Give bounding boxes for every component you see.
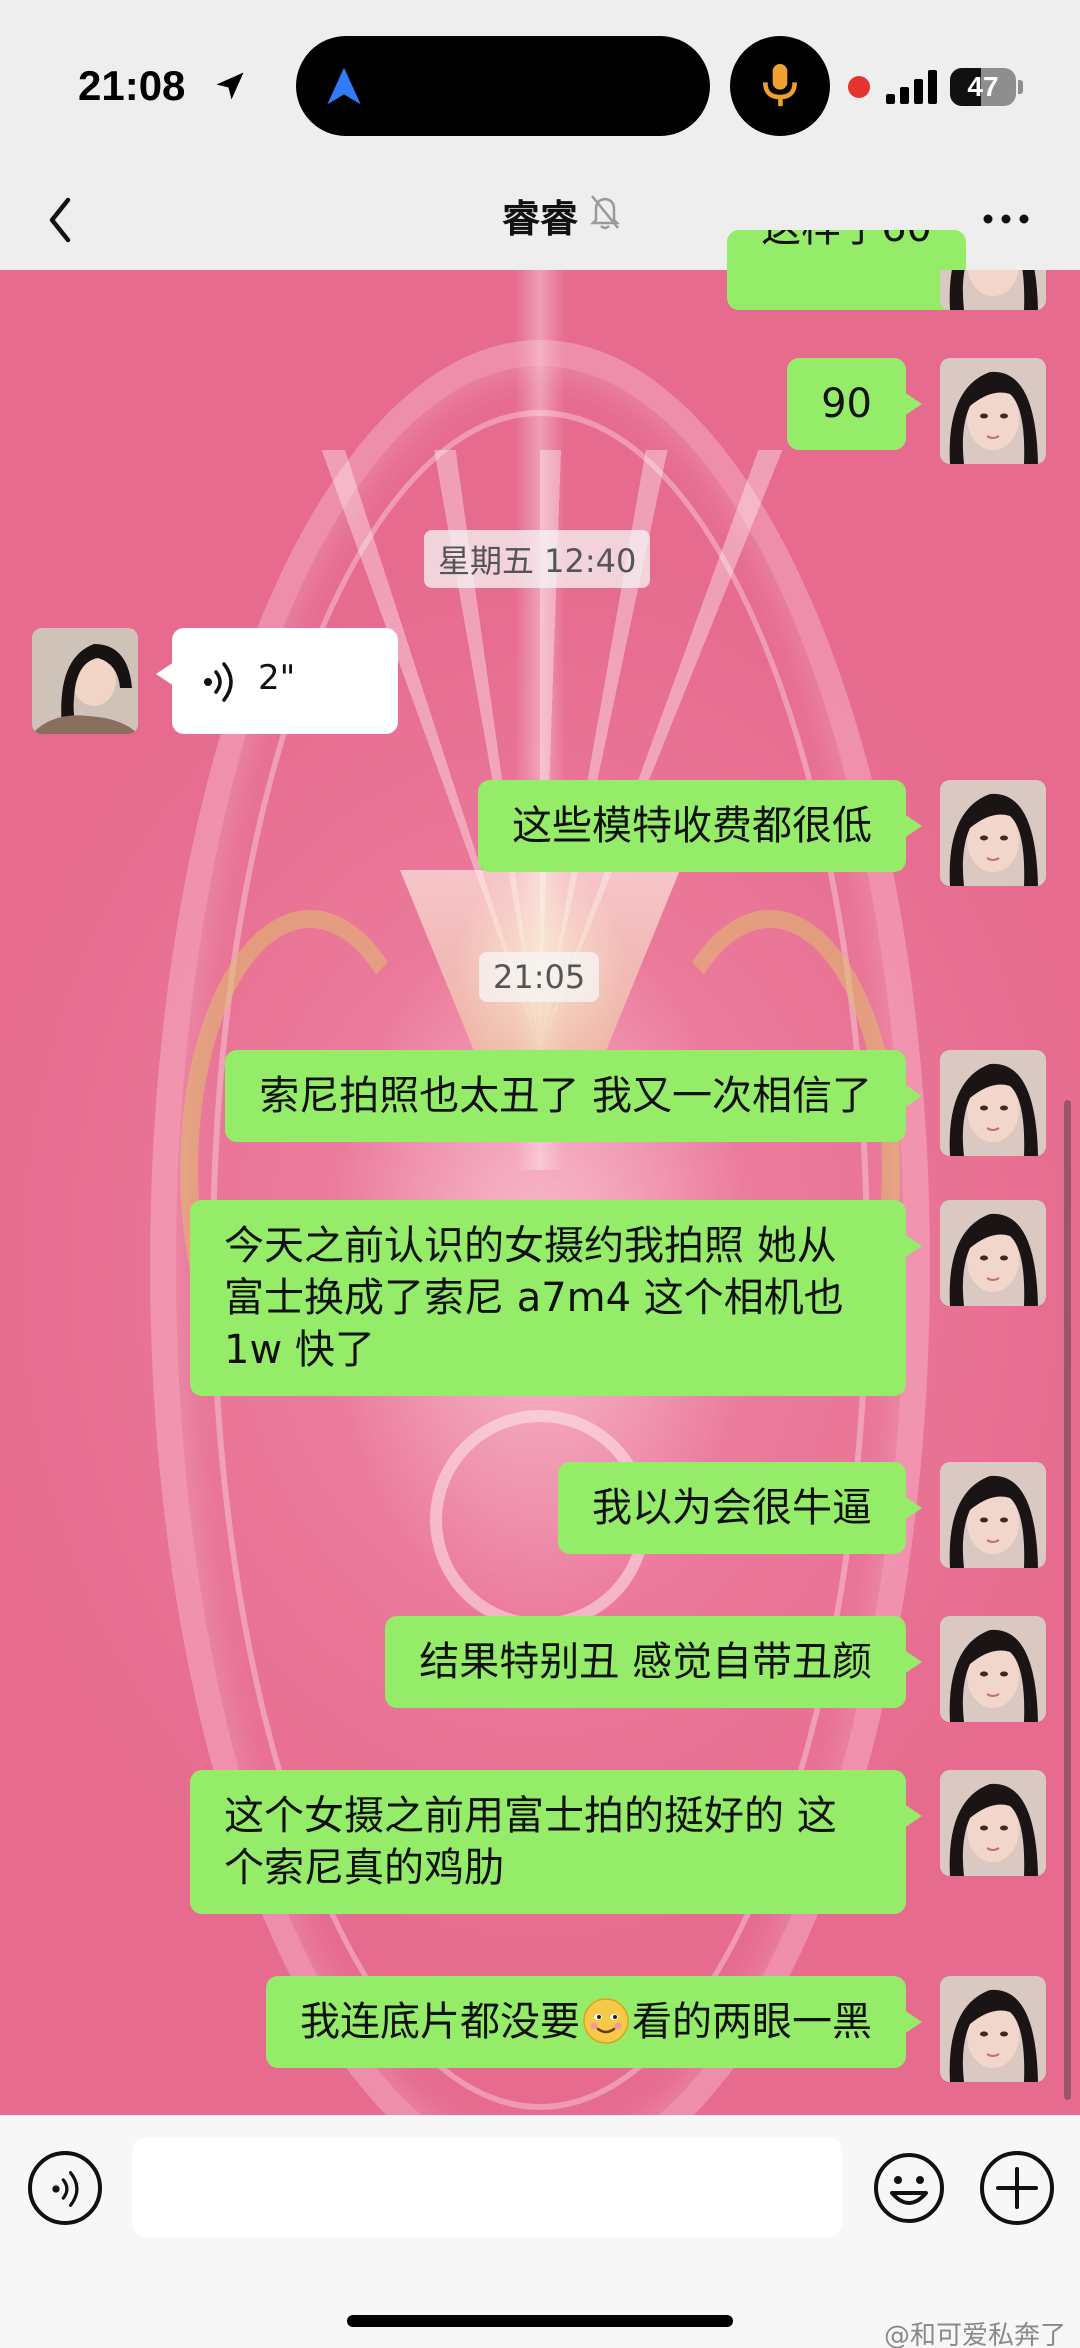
home-indicator[interactable] [347,2315,733,2327]
status-bar: 21:08 47 [0,0,1080,170]
avatar-self[interactable] [940,1616,1046,1722]
microphone-icon [763,64,797,107]
message-bubble-outgoing[interactable]: 我连底片都没要 看的两眼一黑 [266,1976,922,2068]
smiling-face-icon [583,1998,629,2044]
avatar-self[interactable] [940,1462,1046,1568]
timestamp: 星期五 12:40 [424,530,651,588]
avatar-self[interactable] [940,1770,1046,1876]
timestamp: 21:05 [479,952,600,1002]
message-bubble-outgoing[interactable]: 90 [787,358,922,450]
avatar-self[interactable] [940,270,1046,310]
plus-icon [996,2167,1038,2209]
emoji-button[interactable] [872,2151,946,2225]
voice-wave-icon [204,662,233,702]
avatar-contact[interactable] [32,628,138,734]
navigation-arrow-icon [327,67,361,105]
voice-message-bubble[interactable]: 2" [156,628,398,734]
battery-icon: 47 [950,68,1016,106]
cellular-signal-icon [886,70,937,104]
recording-dot-icon [848,76,870,98]
more-functions-button[interactable] [980,2151,1054,2225]
battery-percent: 47 [967,71,999,102]
message-bubble-outgoing[interactable]: 这样子60 [727,230,966,310]
avatar-self[interactable] [940,358,1046,464]
more-dots-icon[interactable] [980,204,1032,234]
status-time: 21:08 [78,62,186,109]
battery-tip [1018,80,1023,94]
avatar-self[interactable] [940,780,1046,886]
avatar-self[interactable] [940,1050,1046,1156]
avatar-self[interactable] [940,1976,1046,2082]
voice-duration: 2" [258,658,296,698]
voice-input-button[interactable] [28,2151,102,2225]
message-bubble-outgoing[interactable]: 索尼拍照也太丑了 我又一次相信了 [225,1050,922,1142]
message-bubble-outgoing[interactable]: 今天之前认识的女摄约我拍照 她从 富士换成了索尼 a7m4 这个相机也 1w 快… [190,1200,922,1396]
scroll-indicator[interactable] [1064,1100,1071,2100]
microphone-indicator [730,36,830,136]
message-bubble-outgoing[interactable]: 这个女摄之前用富士拍的挺好的 这 个索尼真的鸡肋 [190,1770,922,1914]
message-bubble-outgoing[interactable]: 我以为会很牛逼 [558,1462,922,1554]
avatar-self[interactable] [940,1200,1046,1306]
message-bubble-outgoing[interactable]: 这些模特收费都很低 [478,780,922,872]
bell-slash-icon [589,195,621,230]
location-arrow-icon [216,72,244,100]
input-bar: @和可爱私奔了 [0,2115,1080,2348]
voice-wave-icon [52,2171,79,2207]
message-bubble-outgoing[interactable]: 结果特别丑 感觉自带丑颜 [385,1616,922,1708]
dynamic-island [296,36,710,136]
message-input[interactable] [132,2137,842,2237]
watermark: @和可爱私奔了 [883,2321,1066,2348]
